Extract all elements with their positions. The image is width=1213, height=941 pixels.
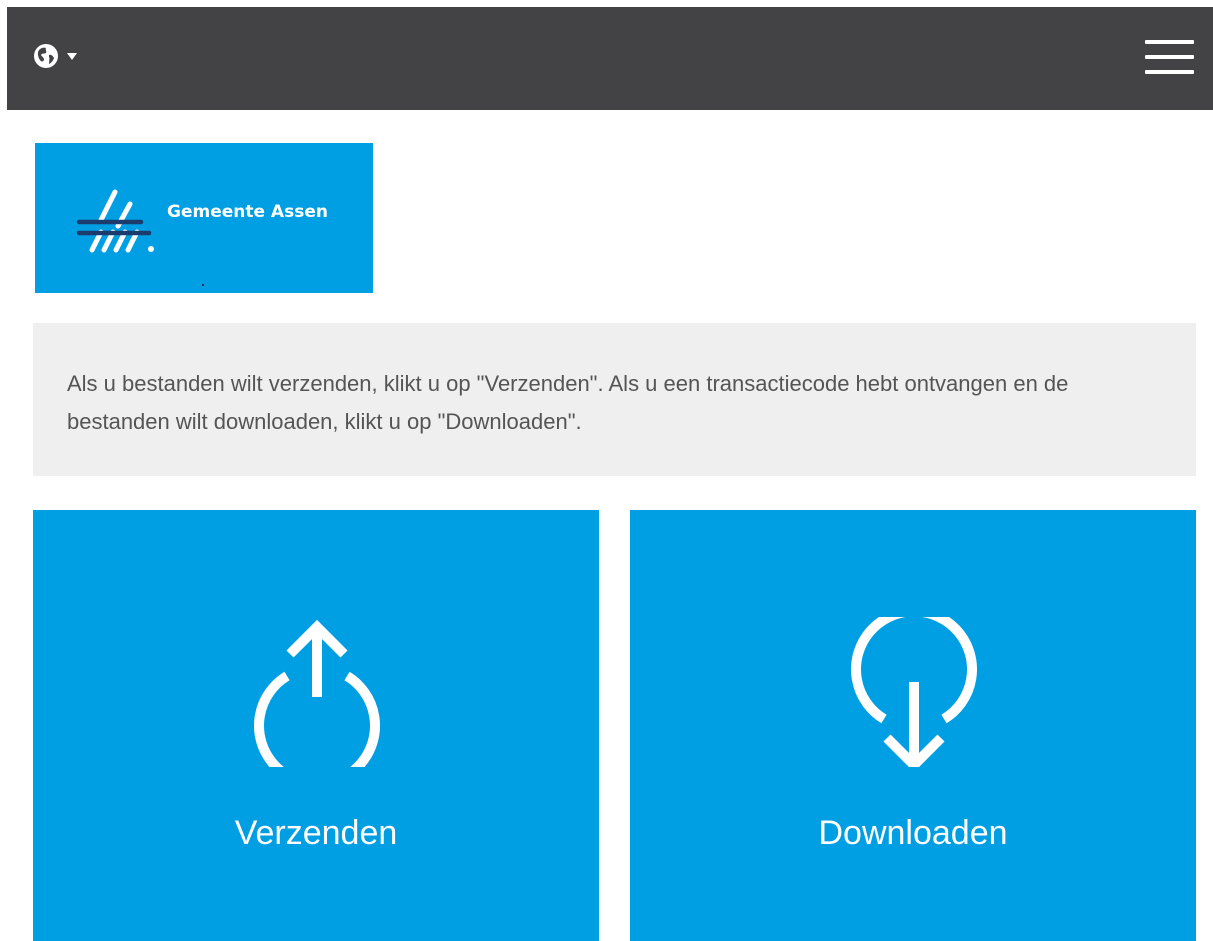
download-icon — [851, 617, 977, 767]
language-selector[interactable] — [33, 41, 77, 71]
download-label: Downloaden — [818, 814, 1008, 852]
instruction-text: Als u bestanden wilt verzenden, klikt u … — [67, 371, 1069, 434]
organization-logo: Gemeente Assen — [35, 143, 373, 293]
logo-text: Gemeente Assen — [167, 202, 328, 222]
send-button[interactable]: Verzenden — [33, 510, 599, 941]
hamburger-menu-icon — [1145, 40, 1194, 44]
download-button[interactable]: Downloaden — [630, 510, 1196, 941]
top-navigation-bar — [7, 7, 1213, 110]
upload-icon — [254, 619, 380, 767]
assen-logo-mark-icon — [76, 189, 154, 253]
send-label: Verzenden — [234, 814, 398, 852]
instruction-panel: Als u bestanden wilt verzenden, klikt u … — [33, 323, 1196, 476]
logo-dot — [202, 284, 204, 286]
globe-icon — [34, 44, 58, 68]
caret-down-icon — [67, 53, 77, 60]
hamburger-menu-button[interactable] — [1145, 40, 1194, 74]
